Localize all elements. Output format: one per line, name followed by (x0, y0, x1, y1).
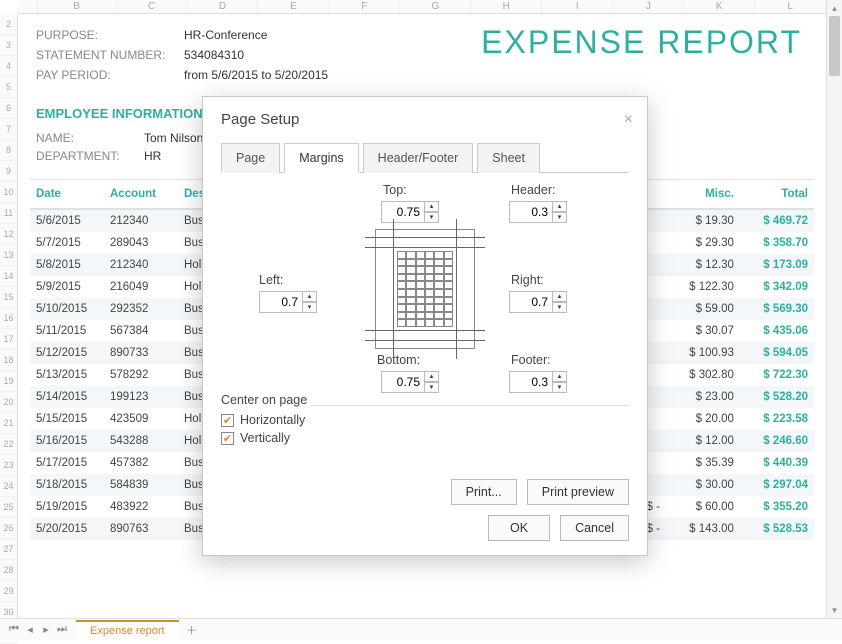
spinner-up-icon[interactable]: ▴ (425, 201, 439, 212)
tab-sheet[interactable]: Sheet (477, 143, 540, 173)
purpose-value: HR-Conference (184, 28, 267, 42)
tab-nav-first-icon[interactable]: ⏮ (6, 623, 22, 636)
margin-right-input[interactable]: ▴▾ (509, 291, 567, 313)
spinner-down-icon[interactable]: ▾ (303, 302, 317, 313)
col-account: Account (104, 180, 178, 210)
margin-bottom-label: Bottom: (377, 353, 420, 367)
cancel-button[interactable]: Cancel (560, 515, 629, 541)
spinner-up-icon[interactable]: ▴ (553, 201, 567, 212)
spinner-down-icon[interactable]: ▾ (553, 212, 567, 223)
col-total: Total (740, 180, 814, 210)
period-value: from 5/6/2015 to 5/20/2015 (184, 68, 328, 82)
spinner-up-icon[interactable]: ▴ (425, 371, 439, 382)
close-icon[interactable]: × (624, 111, 633, 129)
tab-nav-next-icon[interactable]: ▸ (38, 623, 54, 636)
margin-left-input[interactable]: ▴▾ (259, 291, 317, 313)
spinner-down-icon[interactable]: ▾ (425, 212, 439, 223)
spinner-up-icon[interactable]: ▴ (303, 291, 317, 302)
center-on-page-group: Center on page ✔Horizontally ✔Vertically (221, 393, 307, 449)
print-preview-button[interactable]: Print preview (527, 479, 629, 505)
margin-top-label: Top: (383, 183, 407, 197)
scroll-up-icon[interactable]: ▴ (827, 0, 842, 16)
tab-page[interactable]: Page (221, 143, 280, 173)
spinner-down-icon[interactable]: ▾ (553, 382, 567, 393)
sheet-tab-active[interactable]: Expense report (76, 620, 179, 640)
stmt-label: STATEMENT NUMBER: (36, 48, 176, 62)
tab-nav-prev-icon[interactable]: ◂ (22, 623, 38, 636)
spinner-down-icon[interactable]: ▾ (553, 302, 567, 313)
margin-footer-input[interactable]: ▴▾ (509, 371, 567, 393)
add-sheet-icon[interactable]: ＋ (183, 622, 201, 638)
margin-header-label: Header: (511, 183, 555, 197)
margin-header-input[interactable]: ▴▾ (509, 201, 567, 223)
scroll-down-icon[interactable]: ▾ (827, 602, 842, 618)
column-header-strip: B C D E F G H I J K L (18, 0, 826, 14)
page-setup-dialog: Page Setup × Page Margins Header/Footer … (202, 96, 648, 556)
spinner-up-icon[interactable]: ▴ (553, 291, 567, 302)
margin-left-label: Left: (259, 273, 283, 287)
center-title: Center on page (221, 393, 307, 407)
margin-footer-label: Footer: (511, 353, 551, 367)
col-misc: Misc. (666, 180, 740, 210)
margin-top-input[interactable]: ▴▾ (381, 201, 439, 223)
stmt-value: 534084310 (184, 48, 244, 62)
tab-margins[interactable]: Margins (284, 143, 358, 173)
spinner-down-icon[interactable]: ▾ (425, 382, 439, 393)
print-button[interactable]: Print... (451, 479, 517, 505)
emp-dept-label: DEPARTMENT: (36, 149, 136, 163)
row-header-strip: 2345678910111213141516171819202122232425… (0, 14, 18, 618)
dialog-title: Page Setup × (203, 97, 647, 138)
emp-name-label: NAME: (36, 131, 136, 145)
col-date: Date (30, 180, 104, 210)
sheet-tab-strip: ⏮ ◂ ▸ ⏭ Expense report ＋ (0, 618, 842, 640)
emp-name: Tom Nilson (144, 131, 203, 145)
vertical-scrollbar[interactable]: ▴ ▾ (826, 0, 842, 618)
center-vertically-checkbox[interactable]: ✔Vertically (221, 431, 307, 445)
report-title: EXPENSE REPORT (481, 24, 802, 61)
page-preview-diagram (375, 229, 475, 349)
margin-bottom-input[interactable]: ▴▾ (381, 371, 439, 393)
spinner-up-icon[interactable]: ▴ (553, 371, 567, 382)
purpose-label: PURPOSE: (36, 28, 176, 42)
tab-header-footer[interactable]: Header/Footer (363, 143, 474, 173)
scroll-thumb[interactable] (829, 16, 840, 76)
ok-button[interactable]: OK (488, 515, 550, 541)
period-label: PAY PERIOD: (36, 68, 176, 82)
margin-right-label: Right: (511, 273, 544, 287)
center-horizontally-checkbox[interactable]: ✔Horizontally (221, 413, 307, 427)
tab-nav-last-icon[interactable]: ⏭ (54, 623, 70, 636)
emp-dept: HR (144, 149, 161, 163)
